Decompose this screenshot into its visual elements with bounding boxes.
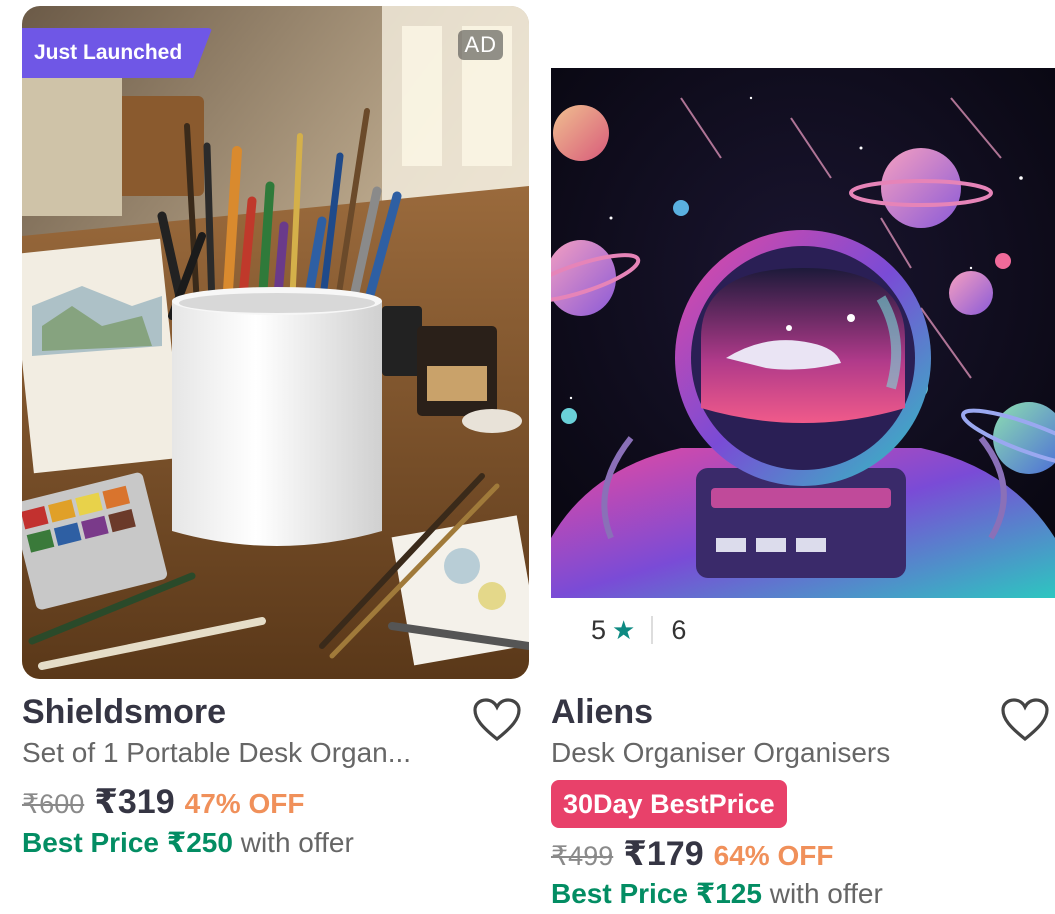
brand-name[interactable]: Aliens: [551, 693, 653, 732]
original-price: ₹600: [22, 789, 85, 819]
deal-badge: 30Day BestPrice: [551, 780, 787, 828]
sale-price: ₹179: [623, 835, 704, 873]
pen-holder-photo: [22, 6, 529, 679]
product-name[interactable]: Set of 1 Portable Desk Organ...: [22, 737, 411, 769]
product-image[interactable]: Just Launched AD: [22, 6, 529, 679]
star-icon: ★: [612, 614, 636, 645]
best-price-row: Best Price ₹250 with offer: [22, 826, 354, 859]
sale-price: ₹319: [94, 783, 175, 821]
heart-icon[interactable]: [472, 697, 522, 743]
with-offer-text: with offer: [761, 878, 883, 909]
price-row: ₹600 ₹319 47% OFF: [22, 782, 304, 822]
rating-pill[interactable]: 5 ★ 6: [551, 602, 711, 658]
best-price: Best Price ₹125: [551, 878, 762, 909]
rating-value: 5: [591, 614, 607, 645]
original-price: ₹499: [551, 841, 614, 871]
discount: 64% OFF: [713, 840, 834, 871]
discount: 47% OFF: [184, 788, 305, 819]
price-row: ₹499 ₹179 64% OFF: [551, 834, 833, 874]
product-card-shieldsmore[interactable]: Just Launched AD: [22, 0, 530, 679]
ad-badge: AD: [458, 30, 503, 60]
heart-icon[interactable]: [1000, 697, 1050, 743]
product-card-aliens[interactable]: [551, 0, 1055, 598]
divider: [651, 616, 654, 644]
with-offer-text: with offer: [232, 827, 354, 858]
just-launched-badge: Just Launched: [22, 28, 213, 78]
product-image[interactable]: [551, 68, 1055, 598]
review-count: 6: [671, 614, 687, 645]
astronaut-illustration: [551, 68, 1055, 598]
brand-name[interactable]: Shieldsmore: [22, 693, 226, 732]
best-price-row: Best Price ₹125 with offer: [551, 877, 883, 910]
best-price: Best Price ₹250: [22, 827, 233, 858]
product-name[interactable]: Desk Organiser Organisers: [551, 737, 890, 769]
